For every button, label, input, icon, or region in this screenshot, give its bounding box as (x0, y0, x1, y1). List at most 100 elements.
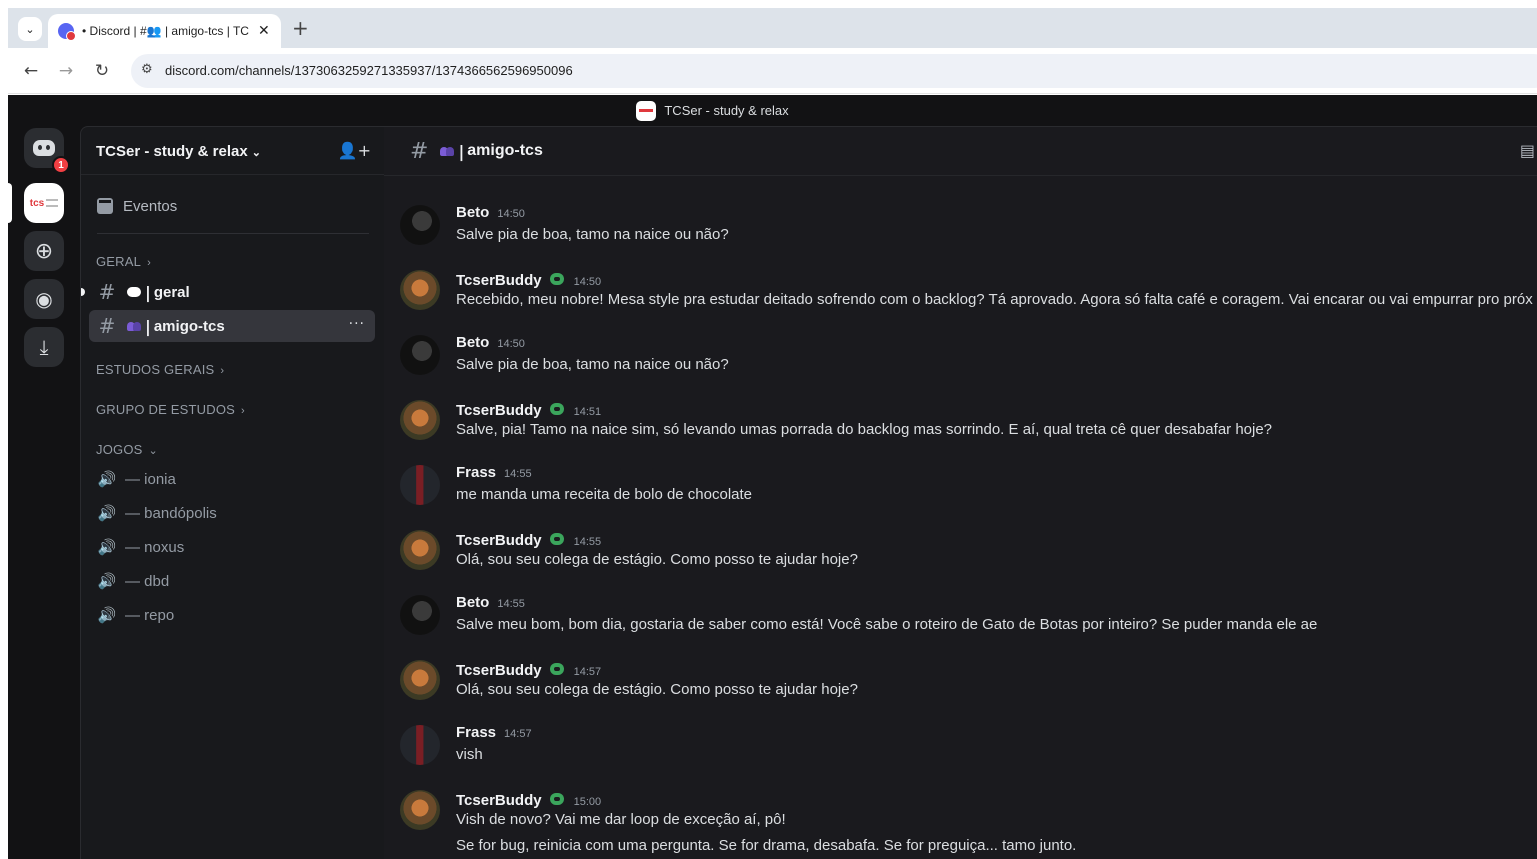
bot-badge-icon (548, 531, 566, 547)
chevron-down-icon: ⌄ (148, 445, 158, 457)
channel-geral[interactable]: # | geral (81, 276, 375, 308)
avatar[interactable] (400, 465, 440, 505)
chevron-right-icon: › (147, 257, 151, 269)
new-tab-button[interactable]: + (292, 17, 309, 39)
plus-circle-icon: ⊕ (34, 238, 54, 264)
author-name[interactable]: Beto (456, 204, 489, 221)
avatar[interactable] (400, 725, 440, 765)
invite-people-icon[interactable]: 👤+ (338, 141, 371, 160)
hash-icon: # (98, 280, 116, 304)
category-jogos[interactable]: JOGOS ⌄ (96, 442, 158, 457)
tab-search-button[interactable]: ⌄ (18, 17, 42, 41)
server-icon-small (636, 100, 657, 121)
chevron-right-icon: › (220, 365, 225, 377)
category-geral[interactable]: GERAL › (96, 254, 151, 269)
timestamp: 15:00 (573, 796, 602, 808)
address-bar[interactable]: ⚙ discord.com/channels/13730632592713359… (131, 54, 1537, 88)
voice-channel[interactable]: 🔊 — noxus (89, 531, 375, 563)
threads-icon[interactable]: ▤ (1520, 141, 1535, 160)
avatar[interactable] (400, 335, 440, 375)
app-title: TCSer - study & relax (664, 103, 789, 118)
message-text: vish (456, 746, 483, 763)
channel-name: geral (153, 283, 190, 301)
category-grupo-de-estudos[interactable]: GRUPO DE ESTUDOS › (96, 402, 245, 417)
bot-badge-icon (548, 271, 566, 287)
server-list: 1 tcs ⊕ ◉ ⤓ (4, 126, 80, 859)
channel-amigo-tcs[interactable]: # | amigo-tcs ··· (89, 310, 375, 342)
reload-icon[interactable]: ↻ (91, 60, 113, 82)
speaker-icon: 🔊 (97, 504, 117, 522)
speech-bubble-emoji-icon (127, 287, 141, 297)
message-text: Vish de novo? Vai me dar loop de exceção… (456, 811, 786, 828)
server-name: TCSer - study & relax ⌄ (96, 143, 261, 160)
more-options-icon[interactable]: ··· (349, 316, 365, 332)
people-emoji-icon (127, 321, 141, 331)
author-name[interactable]: TcserBuddy (456, 792, 542, 809)
author-name[interactable]: TcserBuddy (456, 662, 542, 679)
author-name[interactable]: Frass (456, 464, 496, 481)
message-text: Salve pia de boa, tamo na naice ou não? (456, 226, 729, 243)
forward-arrow-icon[interactable]: → (55, 60, 77, 82)
avatar[interactable] (400, 270, 440, 310)
avatar[interactable] (400, 530, 440, 570)
author-name[interactable]: TcserBuddy (456, 272, 542, 289)
discord-logo-icon (33, 140, 55, 156)
download-apps-button[interactable]: ⤓ (24, 327, 64, 367)
speaker-icon: 🔊 (97, 572, 117, 590)
avatar[interactable] (400, 660, 440, 700)
timestamp: 14:55 (497, 598, 525, 610)
hash-icon: # (98, 314, 116, 338)
author-name[interactable]: Beto (456, 334, 489, 351)
server-tcser[interactable]: tcs (24, 183, 64, 223)
avatar[interactable] (400, 205, 440, 245)
server-header[interactable]: TCSer - study & relax ⌄ 👤+ (81, 127, 385, 175)
timestamp: 14:57 (504, 728, 532, 740)
voice-channel[interactable]: 🔊 — ionia (89, 463, 375, 495)
compass-icon: ◉ (35, 287, 53, 311)
timestamp: 14:55 (504, 468, 532, 480)
browser-tabstrip: ⌄ • Discord | #👥 | amigo-tcs | TC ✕ + (8, 8, 1537, 48)
chevron-down-icon: ⌄ (25, 22, 35, 36)
message-text: Salve pia de boa, tamo na naice ou não? (456, 356, 729, 373)
voice-channel[interactable]: 🔊 — bandópolis (89, 497, 375, 529)
tcs-logo-icon: tcs (29, 197, 45, 209)
app-title-bar: TCSer - study & relax (8, 95, 1537, 126)
speaker-icon: 🔊 (97, 538, 117, 556)
add-server-button[interactable]: ⊕ (24, 231, 64, 271)
url-text: discord.com/channels/1373063259271335937… (165, 63, 573, 78)
back-arrow-icon[interactable]: ← (20, 60, 42, 82)
unread-indicator (81, 288, 85, 296)
message-text: Se for bug, reinicia com uma pergunta. S… (456, 837, 1077, 854)
author-name[interactable]: TcserBuddy (456, 532, 542, 549)
events-button[interactable]: Eventos (89, 189, 369, 223)
voice-channel[interactable]: 🔊 — repo (89, 599, 375, 631)
avatar[interactable] (400, 400, 440, 440)
speaker-icon: 🔊 (97, 606, 117, 624)
discord-app: TCSer - study & relax 1 tcs ⊕ ◉ ⤓ TCSer … (4, 95, 1537, 859)
avatar[interactable] (400, 790, 440, 830)
channel-header: # | amigo-tcs ▤ (384, 127, 1537, 176)
selected-server-indicator (4, 183, 12, 223)
category-estudos-gerais[interactable]: ESTUDOS GERAIS › (96, 362, 224, 377)
timestamp: 14:57 (573, 666, 602, 678)
author-name[interactable]: TcserBuddy (456, 402, 542, 419)
message-text: Salve meu bom, bom dia, gostaria de sabe… (456, 616, 1318, 633)
site-info-icon[interactable]: ⚙ (141, 62, 153, 77)
channel-name: amigo-tcs (153, 317, 225, 335)
voice-channel[interactable]: 🔊 — dbd (89, 565, 375, 597)
timestamp: 14:50 (497, 338, 525, 350)
bot-badge-icon (548, 661, 566, 677)
chevron-right-icon: › (241, 405, 245, 417)
author-name[interactable]: Frass (456, 724, 496, 741)
close-tab-icon[interactable]: ✕ (258, 23, 270, 39)
browser-toolbar: ← → ↻ ⚙ discord.com/channels/13730632592… (8, 48, 1537, 94)
tab-title: • Discord | #👥 | amigo-tcs | TC (82, 24, 249, 38)
direct-messages-button[interactable]: 1 (24, 128, 70, 174)
author-name[interactable]: Beto (456, 594, 489, 611)
avatar[interactable] (400, 595, 440, 635)
chat-area: # | amigo-tcs ▤ Beto 14:50 Salve pia de b… (384, 126, 1537, 859)
bot-badge-icon (548, 401, 566, 417)
discover-button[interactable]: ◉ (24, 279, 64, 319)
hash-icon: # (410, 138, 429, 164)
browser-tab-active[interactable]: • Discord | #👥 | amigo-tcs | TC ✕ (48, 14, 281, 48)
